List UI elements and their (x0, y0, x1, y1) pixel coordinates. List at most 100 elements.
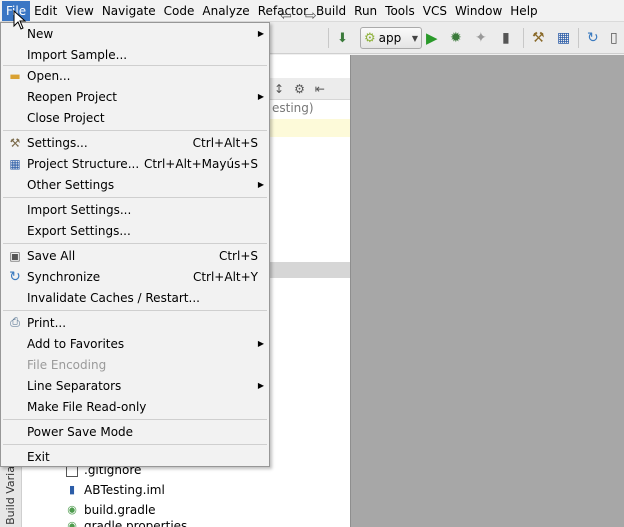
menu-item-save-all[interactable]: ▣ Save All Ctrl+S (1, 245, 269, 266)
menu-separator (3, 197, 267, 198)
menu-help[interactable]: Help (506, 1, 541, 21)
forward-icon[interactable]: ⇨ (305, 5, 317, 27)
tree-item-gradle-properties[interactable]: ◉ gradle.properties (66, 519, 187, 527)
menu-item-label: Export Settings... (27, 223, 131, 238)
menu-item-shortcut: Ctrl+Alt+S (192, 135, 258, 150)
gradle-icon: ◉ (67, 503, 77, 516)
menu-tools[interactable]: Tools (381, 1, 419, 21)
menu-item-make-read-only[interactable]: Make File Read-only (1, 396, 269, 417)
printer-icon: ⎙ (10, 315, 20, 329)
menu-analyze[interactable]: Analyze (198, 1, 253, 21)
menu-item-new[interactable]: New ▶ (1, 23, 269, 44)
menu-build[interactable]: Build (312, 1, 350, 21)
make-icon[interactable]: ⬇ (337, 27, 348, 49)
module-file-icon: ▮ (68, 483, 76, 496)
menu-item-settings[interactable]: ⚒ Settings... Ctrl+Alt+S (1, 132, 269, 153)
menu-separator (3, 310, 267, 311)
toolbar-separator (328, 28, 329, 48)
tree-item-build-gradle[interactable]: ◉ build.gradle (66, 500, 156, 520)
menu-code[interactable]: Code (160, 1, 199, 21)
menu-item-label: New (27, 26, 54, 41)
device-icon[interactable]: ▯ (610, 27, 618, 49)
menu-item-line-separators[interactable]: Line Separators ▶ (1, 375, 269, 396)
menu-item-print[interactable]: ⎙ Print... (1, 312, 269, 333)
editor-area (350, 55, 624, 527)
project-tree-row-selected[interactable] (270, 119, 350, 137)
wrench-icon: ⚒ (9, 135, 21, 150)
menu-item-label: Save All (27, 248, 76, 263)
menu-item-invalidate-caches[interactable]: Invalidate Caches / Restart... (1, 287, 269, 308)
menu-item-open[interactable]: ▬ Open... (1, 65, 269, 86)
menu-item-label: Make File Read-only (27, 399, 147, 414)
tree-item-label: gradle.properties (84, 519, 188, 527)
gear-icon[interactable]: ⚙ (294, 82, 305, 96)
android-icon: ⚙ (364, 30, 376, 46)
menu-item-label: Settings... (27, 135, 88, 150)
menu-item-label: Add to Favorites (27, 336, 125, 351)
avd-manager-icon[interactable]: ▮ (502, 27, 510, 49)
menu-window[interactable]: Window (451, 1, 506, 21)
file-menu-dropdown: New ▶ Import Sample... ▬ Open... Reopen … (0, 22, 270, 467)
menu-item-synchronize[interactable]: ↻ Synchronize Ctrl+Alt+Y (1, 266, 269, 287)
menu-item-label: Other Settings (27, 177, 115, 192)
tree-item-label: ABTesting.iml (84, 483, 165, 497)
menu-item-other-settings[interactable]: Other Settings ▶ (1, 174, 269, 195)
menu-item-export-settings[interactable]: Export Settings... (1, 220, 269, 241)
sdk-manager-icon[interactable]: ▦ (557, 27, 570, 49)
sync-icon[interactable]: ↻ (587, 27, 599, 49)
menu-item-label: Print... (27, 315, 67, 330)
chevron-down-icon: ▼ (411, 33, 418, 43)
submenu-arrow-icon: ▶ (257, 381, 264, 390)
menu-item-label: Line Separators (27, 378, 122, 393)
submenu-arrow-icon: ▶ (257, 29, 264, 38)
run-config-label: app (378, 31, 402, 45)
project-structure-icon[interactable]: ⚒ (532, 27, 545, 49)
menu-item-label: Close Project (27, 110, 105, 125)
tree-item-iml[interactable]: ▮ ABTesting.iml (66, 480, 165, 500)
collapse-icon[interactable]: ↕ (274, 82, 284, 96)
menu-vcs[interactable]: VCS (419, 1, 451, 21)
menu-run[interactable]: Run (350, 1, 381, 21)
menu-item-label: Project Structure... (27, 156, 140, 171)
menu-item-reopen-project[interactable]: Reopen Project ▶ (1, 86, 269, 107)
menu-item-label: Power Save Mode (27, 424, 134, 439)
menu-item-shortcut: Ctrl+Alt+Mayús+S (143, 156, 258, 171)
gradle-icon: ◉ (67, 519, 77, 527)
menu-edit[interactable]: Edit (30, 1, 61, 21)
project-panel-toolbar: ↕ ⚙ ⇤ (268, 78, 350, 100)
menu-item-close-project[interactable]: Close Project (1, 107, 269, 128)
menu-item-import-sample[interactable]: Import Sample... (1, 44, 269, 65)
hide-panel-icon[interactable]: ⇤ (315, 82, 325, 96)
menu-item-label: Open... (27, 68, 71, 83)
attach-debugger-icon[interactable]: ✦ (475, 27, 487, 49)
menu-item-import-settings[interactable]: Import Settings... (1, 199, 269, 220)
run-config-select[interactable]: ⚙ app ▼ (360, 27, 422, 49)
toolbar-separator (578, 28, 579, 48)
run-icon[interactable]: ▶ (426, 27, 438, 49)
menu-item-label: Exit (27, 449, 50, 464)
project-root-label: esting) (272, 101, 314, 115)
menu-view[interactable]: View (61, 1, 97, 21)
menu-navigate[interactable]: Navigate (98, 1, 160, 21)
folder-icon: ▬ (9, 68, 21, 83)
menu-item-label: Reopen Project (27, 89, 117, 104)
tree-item-label: build.gradle (84, 503, 156, 517)
menu-item-project-structure[interactable]: ▦ Project Structure... Ctrl+Alt+Mayús+S (1, 153, 269, 174)
save-icon: ▣ (9, 248, 21, 263)
back-icon[interactable]: ⇦ (280, 5, 292, 27)
menu-item-add-to-favorites[interactable]: Add to Favorites ▶ (1, 333, 269, 354)
menu-separator (3, 419, 267, 420)
menu-item-label: Synchronize (27, 269, 101, 284)
menu-separator (3, 243, 267, 244)
menu-item-power-save-mode[interactable]: Power Save Mode (1, 421, 269, 442)
menu-item-label: File Encoding (27, 357, 107, 372)
menu-item-shortcut: Ctrl+S (218, 248, 258, 263)
submenu-arrow-icon: ▶ (257, 92, 264, 101)
project-structure-icon: ▦ (9, 156, 21, 171)
debug-icon[interactable]: ✹ (450, 27, 462, 49)
sync-icon: ↻ (9, 268, 21, 285)
menu-item-shortcut: Ctrl+Alt+Y (192, 269, 258, 284)
menu-item-label: Import Settings... (27, 202, 132, 217)
menu-item-exit[interactable]: Exit (1, 446, 269, 467)
toolbar-separator (523, 28, 524, 48)
